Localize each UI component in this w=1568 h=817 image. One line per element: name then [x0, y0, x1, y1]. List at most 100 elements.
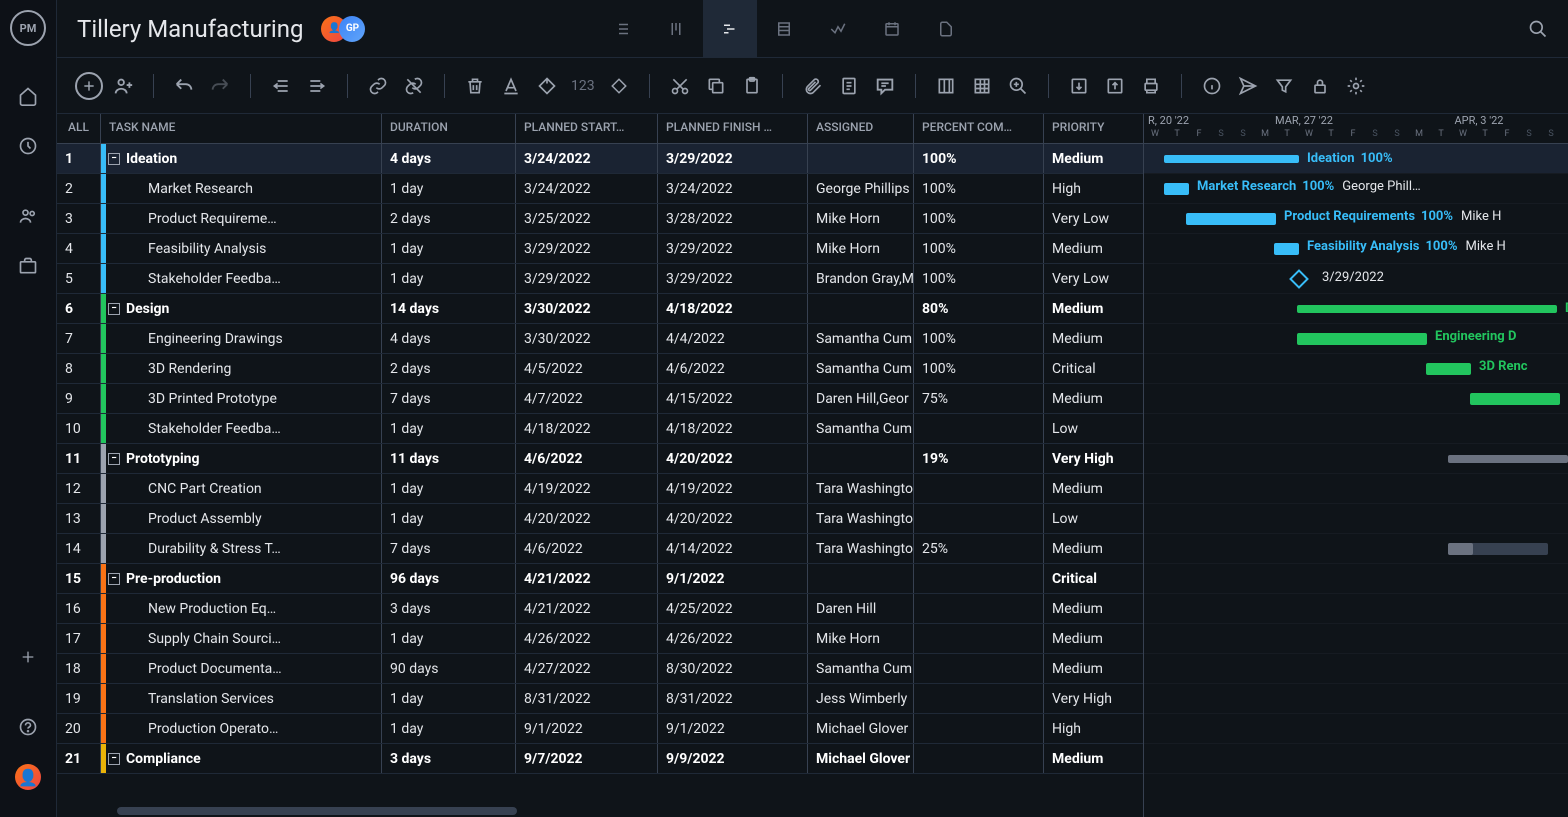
- table-row[interactable]: 93D Printed Prototype7 days4/7/20224/15/…: [57, 384, 1143, 414]
- gantt-bar[interactable]: Design80%: [1297, 305, 1557, 313]
- gantt-bar[interactable]: 3D Renc: [1426, 363, 1471, 375]
- avatar[interactable]: GP: [339, 16, 365, 42]
- table-row[interactable]: 14Durability & Stress T…7 days4/6/20224/…: [57, 534, 1143, 564]
- add-task-button[interactable]: [75, 72, 103, 100]
- outdent-icon[interactable]: [265, 70, 297, 102]
- gantt-bar[interactable]: Feasibility Analysis100%Mike H: [1274, 243, 1299, 255]
- gantt-row[interactable]: Prototyping19%: [1144, 444, 1568, 474]
- paste-icon[interactable]: [736, 70, 768, 102]
- gantt-row[interactable]: Design80%: [1144, 294, 1568, 324]
- col-header-duration[interactable]: DURATION: [382, 114, 516, 143]
- home-icon[interactable]: [8, 76, 48, 116]
- gantt-bar[interactable]: Ideation100%: [1164, 155, 1299, 163]
- table-row[interactable]: 2Market Research1 day3/24/20223/24/2022G…: [57, 174, 1143, 204]
- lock-icon[interactable]: [1304, 70, 1336, 102]
- export-icon[interactable]: [1099, 70, 1131, 102]
- gantt-bar[interactable]: [1470, 393, 1560, 405]
- gantt-row[interactable]: Feasibility Analysis100%Mike H: [1144, 234, 1568, 264]
- unlink-icon[interactable]: [398, 70, 430, 102]
- undo-icon[interactable]: [168, 70, 200, 102]
- table-row[interactable]: 83D Rendering2 days4/5/20224/6/2022Saman…: [57, 354, 1143, 384]
- gantt-bar[interactable]: [1448, 543, 1548, 555]
- tag-icon[interactable]: [531, 70, 563, 102]
- table-row[interactable]: 5Stakeholder Feedba…1 day3/29/20223/29/2…: [57, 264, 1143, 294]
- send-icon[interactable]: [1232, 70, 1264, 102]
- gantt-bar[interactable]: Market Research100%George Phill…: [1164, 183, 1189, 195]
- dashboard-view-icon[interactable]: [811, 0, 865, 58]
- table-row[interactable]: 10Stakeholder Feedba…1 day4/18/20224/18/…: [57, 414, 1143, 444]
- list-view-icon[interactable]: [595, 0, 649, 58]
- grid-icon[interactable]: [966, 70, 998, 102]
- calendar-view-icon[interactable]: [865, 0, 919, 58]
- table-row[interactable]: 7Engineering Drawings4 days3/30/20224/4/…: [57, 324, 1143, 354]
- gantt-row[interactable]: [1144, 504, 1568, 534]
- col-header-priority[interactable]: PRIORITY: [1044, 114, 1136, 143]
- gantt-row[interactable]: [1144, 384, 1568, 414]
- table-row[interactable]: 20Production Operato…1 day9/1/20229/1/20…: [57, 714, 1143, 744]
- settings-icon[interactable]: [1340, 70, 1372, 102]
- assign-icon[interactable]: [107, 70, 139, 102]
- sheet-view-icon[interactable]: [757, 0, 811, 58]
- cut-icon[interactable]: [664, 70, 696, 102]
- user-avatar-icon[interactable]: 👤: [8, 757, 48, 797]
- text-format-icon[interactable]: [495, 70, 527, 102]
- gantt-row[interactable]: Market Research100%George Phill…: [1144, 174, 1568, 204]
- notes-icon[interactable]: [833, 70, 865, 102]
- table-row[interactable]: 16New Production Eq…3 days4/21/20224/25/…: [57, 594, 1143, 624]
- comment-icon[interactable]: [869, 70, 901, 102]
- gantt-row[interactable]: [1144, 654, 1568, 684]
- milestone-icon[interactable]: [603, 70, 635, 102]
- zoom-icon[interactable]: [1002, 70, 1034, 102]
- files-view-icon[interactable]: [919, 0, 973, 58]
- info-icon[interactable]: [1196, 70, 1228, 102]
- col-header-finish[interactable]: PLANNED FINISH …: [658, 114, 808, 143]
- gantt-bar[interactable]: Product Requirements100%Mike H: [1186, 213, 1276, 225]
- table-row[interactable]: 15−Pre-production96 days4/21/20229/1/202…: [57, 564, 1143, 594]
- gantt-row[interactable]: [1144, 684, 1568, 714]
- import-icon[interactable]: [1063, 70, 1095, 102]
- gantt-row[interactable]: 3D Renc: [1144, 354, 1568, 384]
- indent-icon[interactable]: [301, 70, 333, 102]
- portfolio-icon[interactable]: [8, 246, 48, 286]
- gantt-row[interactable]: [1144, 714, 1568, 744]
- table-row[interactable]: 21−Compliance3 days9/7/20229/9/2022Micha…: [57, 744, 1143, 774]
- col-header-percent[interactable]: PERCENT COM…: [914, 114, 1044, 143]
- gantt-row[interactable]: [1144, 594, 1568, 624]
- gantt-bar[interactable]: Prototyping19%: [1448, 455, 1568, 463]
- gantt-row[interactable]: Engineering D: [1144, 324, 1568, 354]
- table-row[interactable]: 4Feasibility Analysis1 day3/29/20223/29/…: [57, 234, 1143, 264]
- gantt-row[interactable]: [1144, 534, 1568, 564]
- collapse-icon[interactable]: −: [108, 453, 120, 465]
- table-row[interactable]: 18Product Documenta…90 days4/27/20228/30…: [57, 654, 1143, 684]
- table-row[interactable]: 3Product Requireme…2 days3/25/20223/28/2…: [57, 204, 1143, 234]
- add-icon[interactable]: [8, 637, 48, 677]
- team-icon[interactable]: [8, 196, 48, 236]
- gantt-view-icon[interactable]: [703, 0, 757, 58]
- board-view-icon[interactable]: [649, 0, 703, 58]
- gantt-row[interactable]: Product Requirements100%Mike H: [1144, 204, 1568, 234]
- print-icon[interactable]: [1135, 70, 1167, 102]
- redo-icon[interactable]: [204, 70, 236, 102]
- gantt-bar[interactable]: Engineering D: [1297, 333, 1427, 345]
- table-row[interactable]: 12CNC Part Creation1 day4/19/20224/19/20…: [57, 474, 1143, 504]
- gantt-row[interactable]: [1144, 564, 1568, 594]
- table-row[interactable]: 1−Ideation4 days3/24/20223/29/2022100%Me…: [57, 144, 1143, 174]
- link-icon[interactable]: [362, 70, 394, 102]
- table-row[interactable]: 17Supply Chain Sourci…1 day4/26/20224/26…: [57, 624, 1143, 654]
- gantt-row[interactable]: Ideation100%: [1144, 144, 1568, 174]
- gantt-row[interactable]: [1144, 414, 1568, 444]
- col-header-all[interactable]: ALL: [57, 114, 101, 143]
- gantt-row[interactable]: [1144, 474, 1568, 504]
- col-header-start[interactable]: PLANNED START…: [516, 114, 658, 143]
- horizontal-scrollbar[interactable]: [117, 807, 517, 815]
- filter-icon[interactable]: [1268, 70, 1300, 102]
- app-logo[interactable]: PM: [10, 10, 46, 46]
- collapse-icon[interactable]: −: [108, 753, 120, 765]
- gantt-row[interactable]: [1144, 744, 1568, 774]
- gantt-row[interactable]: [1144, 624, 1568, 654]
- columns-icon[interactable]: [930, 70, 962, 102]
- copy-icon[interactable]: [700, 70, 732, 102]
- milestone-marker[interactable]: [1289, 269, 1309, 289]
- recent-icon[interactable]: [8, 126, 48, 166]
- table-row[interactable]: 19Translation Services1 day8/31/20228/31…: [57, 684, 1143, 714]
